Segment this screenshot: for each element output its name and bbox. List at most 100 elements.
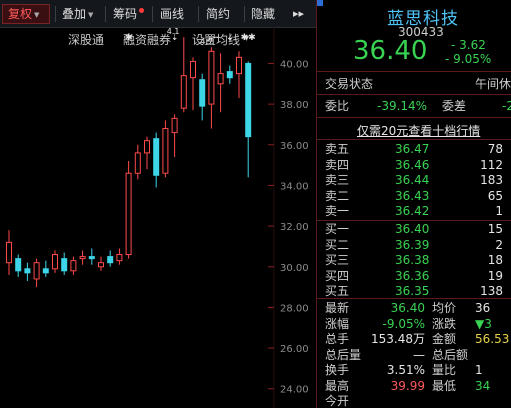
candle-up[interactable]: [33, 262, 40, 280]
stat-label: 总后量: [325, 347, 362, 362]
stat-label: 换手: [325, 363, 350, 377]
bid-label: 买一: [325, 222, 350, 236]
draw-line-button[interactable]: 画线: [155, 4, 195, 24]
divider: [105, 6, 106, 22]
bid-label: 买二: [325, 237, 350, 252]
quote-stat-row: 最新 36.40 均价 36: [317, 301, 511, 316]
quote-stat-row: 最高 39.99 最低 34: [317, 379, 511, 394]
candle-down[interactable]: [153, 138, 160, 176]
event-marker-icon[interactable]: ✱: [125, 33, 133, 43]
y-tick-label: 26.00: [280, 344, 309, 355]
y-tick-label: 36.00: [280, 141, 309, 152]
ask-volume: 112: [480, 157, 503, 172]
candle-down[interactable]: [15, 258, 22, 272]
candle-down[interactable]: [61, 258, 68, 272]
hide-button[interactable]: 隐藏: [246, 4, 286, 24]
bid-level-row[interactable]: 买二 36.39 2: [317, 238, 511, 253]
stat-value: 34: [475, 378, 491, 393]
divider: [317, 117, 511, 118]
candle-up[interactable]: [116, 254, 123, 262]
chips-button[interactable]: 筹码: [108, 4, 152, 24]
restore-rights-button[interactable]: 复权 ▼: [2, 4, 50, 24]
candle-up[interactable]: [144, 140, 150, 154]
dropdown-arrow-icon: ▼: [88, 11, 94, 19]
ask-price: 36.43: [395, 188, 430, 203]
candle-down[interactable]: [88, 256, 95, 260]
y-tick-label: 28.00: [280, 303, 309, 314]
ask-volume: 1: [495, 204, 503, 218]
ask-price: 36.42: [395, 204, 430, 218]
candle-up[interactable]: [79, 256, 86, 260]
quote-panel: 蓝思科技 300433 36.40 - 3.62 - 9.05% 交易状态 午间…: [317, 0, 511, 408]
bid-price: 36.38: [395, 253, 430, 267]
dropdown-arrow-icon: ▼: [34, 11, 40, 19]
ask-label: 卖一: [325, 204, 350, 218]
ask-level-row[interactable]: 卖三 36.44 183: [317, 173, 511, 188]
candle-up[interactable]: [208, 50, 215, 105]
quote-stat-row: 今开: [317, 394, 511, 408]
event-marker-icon[interactable]: ⇣: [226, 33, 234, 43]
order-ratio-value: -39.14%: [377, 99, 428, 113]
stat-label: 总手: [325, 332, 350, 346]
event-marker-icon[interactable]: ✱✱: [241, 33, 256, 43]
stat-value: ▼3: [475, 316, 492, 331]
bid-label: 买五: [325, 284, 350, 298]
ask-level-row[interactable]: 卖一 36.42 1: [317, 204, 511, 219]
candle-up[interactable]: [162, 128, 169, 174]
y-tick-label: 38.00: [280, 100, 309, 111]
candle-up[interactable]: [6, 241, 12, 264]
bid-volume: 19: [487, 268, 503, 283]
bid-price: 36.40: [395, 222, 430, 236]
ask-label: 卖二: [325, 188, 350, 203]
divider: [317, 298, 511, 299]
ask-price: 36.46: [395, 157, 430, 172]
bid-volume: 138: [480, 284, 503, 298]
y-tick-label: 24.00: [280, 385, 309, 396]
trade-status-row: 交易状态 午间休: [325, 77, 511, 91]
candle-up[interactable]: [217, 73, 224, 85]
stat-label: 均价: [432, 301, 457, 315]
bid-price: 36.36: [395, 268, 430, 283]
candle-down[interactable]: [226, 71, 233, 79]
candle-up[interactable]: [236, 56, 242, 75]
chart-toolbar: 复权 ▼ 叠加 ▼ 筹码 画线 简约 隐藏 ▸▸: [0, 0, 316, 28]
candle-down[interactable]: [107, 256, 114, 264]
price-change-percent: - 9.05%: [445, 52, 492, 66]
bid-level-row[interactable]: 买四 36.36 19: [317, 269, 511, 284]
more-arrows-button[interactable]: ▸▸: [288, 4, 314, 24]
bid-level-row[interactable]: 买五 36.35 138: [317, 284, 511, 299]
overlay-button[interactable]: 叠加 ▼: [57, 4, 103, 24]
candle-up[interactable]: [98, 262, 104, 268]
ten-level-quote-link[interactable]: 仅需20元查看十档行情: [357, 122, 480, 139]
quote-stat-row: 总手 153.48万 金额 56.53: [317, 332, 511, 347]
candlestick-chart[interactable]: 40.00 38.00 36.00 34.00 32.00 30.00 28.00 26.00…: [0, 27, 316, 408]
ask-level-row[interactable]: 卖五 36.47 78: [317, 142, 511, 157]
bid-level-row[interactable]: 买一 36.40 15: [317, 222, 511, 237]
candle-up[interactable]: [134, 152, 141, 174]
candle-down[interactable]: [24, 268, 31, 274]
candle-up[interactable]: [171, 117, 178, 134]
stat-value: 36.40: [390, 301, 425, 315]
candle-up[interactable]: [125, 172, 132, 256]
bid-level-row[interactable]: 买三 36.38 18: [317, 253, 511, 268]
simple-mode-button[interactable]: 简约: [201, 4, 241, 24]
candle-up[interactable]: [180, 75, 187, 109]
candle-up[interactable]: [52, 254, 58, 270]
y-tick-label: 30.00: [280, 263, 309, 274]
stat-value: -9.05%: [382, 316, 425, 331]
stat-label: 总后额: [432, 347, 469, 362]
stat-label: 最新: [325, 301, 350, 315]
ask-level-row[interactable]: 卖二 36.43 65: [317, 189, 511, 204]
candle-down[interactable]: [42, 268, 49, 274]
candle-down[interactable]: [199, 79, 206, 107]
stat-label: 涨幅: [325, 316, 350, 331]
ask-level-row[interactable]: 卖四 36.46 112: [317, 158, 511, 173]
stat-value: —: [413, 347, 425, 362]
last-price: 36.40: [353, 36, 428, 66]
price-change: - 3.62: [451, 38, 486, 52]
ask-label: 卖三: [325, 173, 350, 187]
stat-value: 3.51%: [386, 363, 425, 377]
candle-up[interactable]: [70, 260, 77, 272]
candle-up[interactable]: [190, 60, 196, 79]
candle-down[interactable]: [245, 62, 252, 138]
